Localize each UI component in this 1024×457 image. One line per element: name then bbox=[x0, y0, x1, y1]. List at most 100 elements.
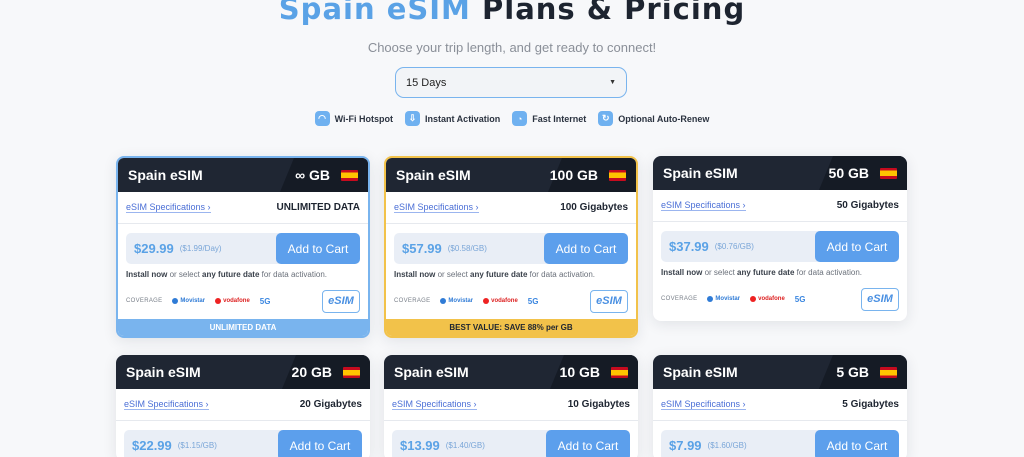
card-spec-value: 100 Gigabytes bbox=[560, 202, 628, 213]
card-price: $13.99 bbox=[400, 438, 440, 453]
feature-fast-internet: ◔ Fast Internet bbox=[512, 111, 586, 126]
spain-flag-icon bbox=[341, 170, 358, 181]
card-price: $57.99 bbox=[402, 241, 442, 256]
download-icon: ⇩ bbox=[405, 111, 421, 126]
feature-auto-renew: ↻ Optional Auto-Renew bbox=[598, 111, 709, 126]
card-spec-value: 20 Gigabytes bbox=[299, 399, 362, 410]
feature-wifi-hotspot: ◠ Wi-Fi Hotspot bbox=[314, 111, 393, 126]
card-data-amount: ∞ GB bbox=[295, 167, 330, 183]
card-spec-value: 50 Gigabytes bbox=[836, 200, 899, 211]
add-to-cart-button[interactable]: Add to Cart bbox=[544, 233, 628, 264]
card-spec-value: 5 Gigabytes bbox=[842, 399, 899, 410]
card-data-amount: 100 GB bbox=[549, 167, 598, 183]
add-to-cart-button[interactable]: Add to Cart bbox=[546, 430, 630, 457]
card-unit-price: ($1.40/GB) bbox=[445, 441, 485, 450]
plan-card-unlimited: Spain eSIM ∞ GB eSIM Specifications › UN… bbox=[116, 156, 370, 338]
spain-flag-icon bbox=[880, 168, 897, 179]
plan-card-5gb: Spain eSIM 5 GB eSIM Specifications › 5 … bbox=[653, 355, 907, 457]
vodafone-logo: vodafone bbox=[750, 296, 785, 302]
card-header: Spain eSIM 10 GB bbox=[384, 355, 638, 389]
card-title: Spain eSIM bbox=[663, 165, 738, 181]
movistar-logo: Movistar bbox=[172, 298, 205, 304]
movistar-logo: Movistar bbox=[707, 296, 740, 302]
card-price: $22.99 bbox=[132, 438, 172, 453]
card-footer-banner: BEST VALUE: SAVE 88% per GB bbox=[386, 319, 636, 336]
card-title: Spain eSIM bbox=[396, 167, 471, 183]
card-spec-value: 10 Gigabytes bbox=[567, 399, 630, 410]
price-row: $57.99 ($0.58/GB) Add to Cart bbox=[394, 233, 628, 264]
card-header: Spain eSIM 5 GB bbox=[653, 355, 907, 389]
add-to-cart-button[interactable]: Add to Cart bbox=[276, 233, 360, 264]
chevron-down-icon: ▼ bbox=[609, 79, 616, 86]
feature-list: ◠ Wi-Fi Hotspot ⇩ Instant Activation ◔ F… bbox=[0, 111, 1024, 126]
esim-specifications-link[interactable]: eSIM Specifications › bbox=[126, 202, 211, 213]
esim-specifications-link[interactable]: eSIM Specifications › bbox=[661, 200, 746, 211]
vodafone-logo: vodafone bbox=[483, 298, 518, 304]
esim-badge-icon: eSIM bbox=[590, 289, 628, 313]
card-price: $29.99 bbox=[134, 241, 174, 256]
feature-instant-activation: ⇩ Instant Activation bbox=[405, 111, 500, 126]
price-row: $37.99 ($0.76/GB) Add to Cart bbox=[661, 231, 899, 262]
card-data-amount: 10 GB bbox=[559, 364, 600, 380]
card-price: $37.99 bbox=[669, 239, 709, 254]
price-row: $7.99 ($1.60/GB) Add to Cart bbox=[661, 430, 899, 457]
refresh-icon: ↻ bbox=[598, 111, 614, 126]
coverage-row: COVERAGE Movistar vodafone 5G eSIM bbox=[661, 287, 899, 311]
install-note: Install now or select any future date fo… bbox=[126, 270, 327, 279]
card-title: Spain eSIM bbox=[394, 364, 469, 380]
plan-card-50gb: Spain eSIM 50 GB eSIM Specifications › 5… bbox=[653, 156, 907, 321]
card-header: Spain eSIM 50 GB bbox=[653, 156, 907, 190]
install-note: Install now or select any future date fo… bbox=[661, 268, 862, 277]
add-to-cart-button[interactable]: Add to Cart bbox=[278, 430, 362, 457]
spain-flag-icon bbox=[343, 367, 360, 378]
price-row: $13.99 ($1.40/GB) Add to Cart bbox=[392, 430, 630, 457]
page-subtitle: Choose your trip length, and get ready t… bbox=[367, 40, 657, 55]
card-unit-price: ($1.15/GB) bbox=[177, 441, 217, 450]
spain-flag-icon bbox=[609, 170, 626, 181]
add-to-cart-button[interactable]: Add to Cart bbox=[815, 231, 899, 262]
install-note: Install now or select any future date fo… bbox=[394, 270, 595, 279]
plan-card-10gb: Spain eSIM 10 GB eSIM Specifications › 1… bbox=[384, 355, 638, 457]
price-row: $29.99 ($1.99/Day) Add to Cart bbox=[126, 233, 360, 264]
card-spec-value: UNLIMITED DATA bbox=[276, 202, 360, 213]
esim-specifications-link[interactable]: eSIM Specifications › bbox=[124, 399, 209, 410]
duration-select-value: 15 Days bbox=[406, 76, 447, 89]
card-data-amount: 5 GB bbox=[836, 364, 869, 380]
esim-badge-icon: eSIM bbox=[861, 287, 899, 311]
speed-icon: ◔ bbox=[512, 111, 528, 126]
card-header: Spain eSIM ∞ GB bbox=[118, 158, 368, 192]
5g-icon: 5G bbox=[794, 294, 806, 304]
card-title: Spain eSIM bbox=[128, 167, 203, 183]
plan-card-20gb: Spain eSIM 20 GB eSIM Specifications › 2… bbox=[116, 355, 370, 457]
card-header: Spain eSIM 100 GB bbox=[386, 158, 636, 192]
card-footer-banner: UNLIMITED DATA bbox=[118, 319, 368, 336]
movistar-logo: Movistar bbox=[440, 298, 473, 304]
card-unit-price: ($1.60/GB) bbox=[707, 441, 747, 450]
vodafone-logo: vodafone bbox=[215, 298, 250, 304]
coverage-row: COVERAGE Movistar vodafone 5G eSIM bbox=[394, 289, 628, 313]
duration-select[interactable]: 15 Days ▼ bbox=[395, 67, 627, 98]
5g-icon: 5G bbox=[527, 296, 539, 306]
wifi-icon: ◠ bbox=[314, 111, 330, 126]
esim-specifications-link[interactable]: eSIM Specifications › bbox=[394, 202, 479, 213]
plan-card-100gb: Spain eSIM 100 GB eSIM Specifications › … bbox=[384, 156, 638, 338]
card-data-amount: 20 GB bbox=[291, 364, 332, 380]
esim-specifications-link[interactable]: eSIM Specifications › bbox=[392, 399, 477, 410]
price-row: $22.99 ($1.15/GB) Add to Cart bbox=[124, 430, 362, 457]
esim-badge-icon: eSIM bbox=[322, 289, 360, 313]
coverage-row: COVERAGE Movistar vodafone 5G eSIM bbox=[126, 289, 360, 313]
card-unit-price: ($0.76/GB) bbox=[714, 242, 754, 251]
card-price: $7.99 bbox=[669, 438, 702, 453]
card-header: Spain eSIM 20 GB bbox=[116, 355, 370, 389]
card-data-amount: 50 GB bbox=[828, 165, 869, 181]
add-to-cart-button[interactable]: Add to Cart bbox=[815, 430, 899, 457]
spain-flag-icon bbox=[611, 367, 628, 378]
page-title: Spain eSIM Plans & Pricing bbox=[278, 0, 746, 26]
spain-flag-icon bbox=[880, 367, 897, 378]
card-title: Spain eSIM bbox=[663, 364, 738, 380]
esim-specifications-link[interactable]: eSIM Specifications › bbox=[661, 399, 746, 410]
card-title: Spain eSIM bbox=[126, 364, 201, 380]
card-unit-price: ($1.99/Day) bbox=[179, 244, 222, 253]
card-unit-price: ($0.58/GB) bbox=[447, 244, 487, 253]
5g-icon: 5G bbox=[259, 296, 271, 306]
